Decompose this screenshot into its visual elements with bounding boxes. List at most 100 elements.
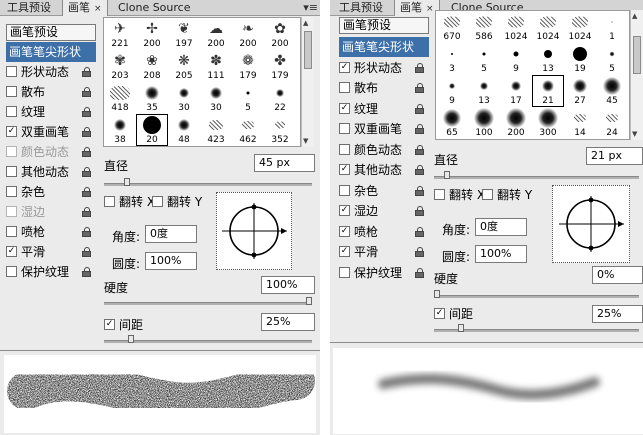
- brush-tip-thumbnail[interactable]: ❧ 200: [232, 18, 264, 50]
- scroll-down-icon[interactable]: ▼: [303, 137, 308, 145]
- brush-option-7-checkbox[interactable]: [339, 184, 350, 196]
- scroll-down-icon[interactable]: ▼: [632, 130, 637, 138]
- brush-option-1-checkbox[interactable]: [6, 66, 17, 77]
- brush-tip-thumbnail[interactable]: ✾ 203: [104, 50, 136, 82]
- spacing-box[interactable]: ✓: [434, 308, 445, 319]
- lock-icon[interactable]: [82, 147, 92, 157]
- tab-brush[interactable]: 画笔 ×: [62, 0, 108, 16]
- diameter-field[interactable]: 21 px: [586, 147, 643, 165]
- brush-option-10-checkbox[interactable]: ✓: [6, 246, 17, 257]
- brush-option-4[interactable]: ✓ 双重画笔: [6, 122, 96, 142]
- diameter-slider[interactable]: [104, 178, 312, 186]
- brush-tip-thumbnail[interactable]: 35: [136, 82, 168, 114]
- brush-tip-thumbnail[interactable]: ❁ 179: [232, 50, 264, 82]
- brush-tip-thumbnail[interactable]: 1024: [564, 11, 596, 43]
- spacing-slider[interactable]: [434, 324, 639, 332]
- lock-icon[interactable]: [415, 165, 425, 175]
- brush-tip-thumbnail[interactable]: 22: [264, 82, 296, 114]
- lock-icon[interactable]: [82, 227, 92, 237]
- brush-tip-thumbnail[interactable]: 5: [468, 43, 500, 75]
- brush-option-10[interactable]: ✓ 平滑: [6, 242, 96, 262]
- brush-tip-thumbnail[interactable]: 9: [500, 43, 532, 75]
- spacing-field[interactable]: 25%: [261, 313, 315, 331]
- lock-icon[interactable]: [415, 247, 425, 257]
- brush-tip-thumbnail[interactable]: 5: [232, 82, 264, 114]
- lock-icon[interactable]: [415, 83, 425, 93]
- brush-option-8[interactable]: ✓ 湿边: [339, 201, 429, 221]
- brush-option-9-checkbox[interactable]: ✓: [339, 225, 350, 237]
- angle-roundness-preview[interactable]: [216, 192, 292, 270]
- brush-option-9[interactable]: 喷枪: [6, 222, 96, 242]
- brush-tip-thumbnail[interactable]: 670: [436, 11, 468, 43]
- brush-option-7-checkbox[interactable]: [6, 186, 17, 197]
- spacing-box[interactable]: ✓: [104, 319, 115, 330]
- brush-tip-thumbnail[interactable]: 1024: [500, 11, 532, 43]
- panel-menu-icon[interactable]: ▾≡: [303, 1, 318, 14]
- lock-icon[interactable]: [415, 144, 425, 155]
- brush-option-4[interactable]: 双重画笔: [339, 119, 429, 139]
- flip-y-box[interactable]: [152, 196, 163, 207]
- scrollbar-thumb[interactable]: [304, 31, 312, 69]
- brush-option-6-checkbox[interactable]: [6, 166, 17, 177]
- scrollbar-thumb[interactable]: [633, 36, 641, 74]
- brush-option-1-checkbox[interactable]: ✓: [339, 61, 350, 73]
- brush-tip-thumbnail[interactable]: ✤ 179: [264, 50, 296, 82]
- spacing-slider[interactable]: [104, 335, 312, 343]
- brush-tip-thumbnail[interactable]: 3: [436, 43, 468, 75]
- flip-y-checkbox[interactable]: 翻转 Y: [152, 193, 202, 210]
- brush-tip-thumbnail[interactable]: 30: [200, 82, 232, 114]
- brush-option-11-checkbox[interactable]: [339, 266, 350, 278]
- brush-option-0[interactable]: 画笔笔尖形状: [339, 37, 429, 57]
- brush-option-3-checkbox[interactable]: [6, 106, 17, 117]
- lock-icon[interactable]: [82, 107, 92, 117]
- lock-icon[interactable]: [415, 267, 425, 278]
- roundness-field[interactable]: 100%: [475, 245, 527, 263]
- brush-tip-thumbnail[interactable]: 45: [596, 75, 628, 107]
- brush-tip-thumbnail[interactable]: 48: [168, 114, 200, 146]
- brush-option-9-checkbox[interactable]: [6, 226, 17, 237]
- brush-option-3[interactable]: ✓ 纹理: [339, 99, 429, 119]
- spacing-checkbox[interactable]: ✓ 间距: [104, 316, 143, 333]
- brush-option-7[interactable]: 杂色: [6, 182, 96, 202]
- brush-option-10[interactable]: ✓ 平滑: [339, 242, 429, 262]
- brush-option-8-checkbox[interactable]: ✓: [339, 205, 350, 216]
- tab-brush[interactable]: 画笔 ×: [394, 0, 440, 16]
- brush-option-3[interactable]: 纹理: [6, 102, 96, 122]
- brush-option-6-checkbox[interactable]: ✓: [339, 164, 350, 175]
- brush-tip-thumbnail[interactable]: 65: [436, 107, 468, 139]
- roundness-handle-bottom[interactable]: [251, 252, 257, 258]
- brush-option-5-checkbox[interactable]: [6, 146, 17, 157]
- brush-option-8-checkbox[interactable]: [6, 206, 17, 217]
- brush-option-11[interactable]: 保护纹理: [6, 262, 96, 282]
- brush-angle-widget[interactable]: [553, 186, 629, 262]
- close-tab-icon[interactable]: ×: [426, 4, 434, 14]
- close-tab-icon[interactable]: ×: [94, 4, 102, 14]
- brush-option-5[interactable]: 颜色动态: [339, 140, 429, 160]
- scroll-up-icon[interactable]: ▲: [632, 12, 637, 20]
- hardness-slider-knob[interactable]: [306, 297, 312, 305]
- lock-icon[interactable]: [82, 187, 92, 197]
- lock-icon[interactable]: [415, 62, 425, 73]
- spacing-slider-knob[interactable]: [458, 324, 464, 332]
- brush-option-5[interactable]: 颜色动态: [6, 142, 96, 162]
- brush-grid-scrollbar[interactable]: ▲ ▼: [630, 10, 643, 140]
- spacing-slider-knob[interactable]: [128, 335, 134, 343]
- brush-tip-thumbnail[interactable]: ☁ 200: [200, 18, 232, 50]
- flip-x-box[interactable]: [104, 196, 115, 207]
- diameter-slider-knob[interactable]: [124, 178, 130, 186]
- hardness-field[interactable]: 0%: [592, 266, 643, 284]
- brush-option-2[interactable]: 散布: [6, 82, 96, 102]
- brush-tip-thumbnail[interactable]: 418: [104, 82, 136, 114]
- brush-tip-thumbnail[interactable]: 13: [532, 43, 564, 75]
- brush-option-4-checkbox[interactable]: ✓: [6, 126, 17, 137]
- brush-tip-thumbnail[interactable]: ✢ 200: [136, 18, 168, 50]
- brush-grid-scrollbar[interactable]: ▲ ▼: [301, 17, 314, 147]
- brush-tip-thumbnail[interactable]: 19: [564, 43, 596, 75]
- brush-tip-thumbnail[interactable]: 9: [436, 75, 468, 107]
- brush-tip-thumbnail[interactable]: 5: [596, 43, 628, 75]
- roundness-handle-top[interactable]: [588, 197, 594, 203]
- brush-tip-thumbnail[interactable]: 423: [200, 114, 232, 146]
- brush-presets-button[interactable]: 画笔预设: [6, 24, 96, 41]
- flip-y-checkbox[interactable]: 翻转 Y: [482, 186, 532, 203]
- brush-tip-thumbnail[interactable]: ✽ 111: [200, 50, 232, 82]
